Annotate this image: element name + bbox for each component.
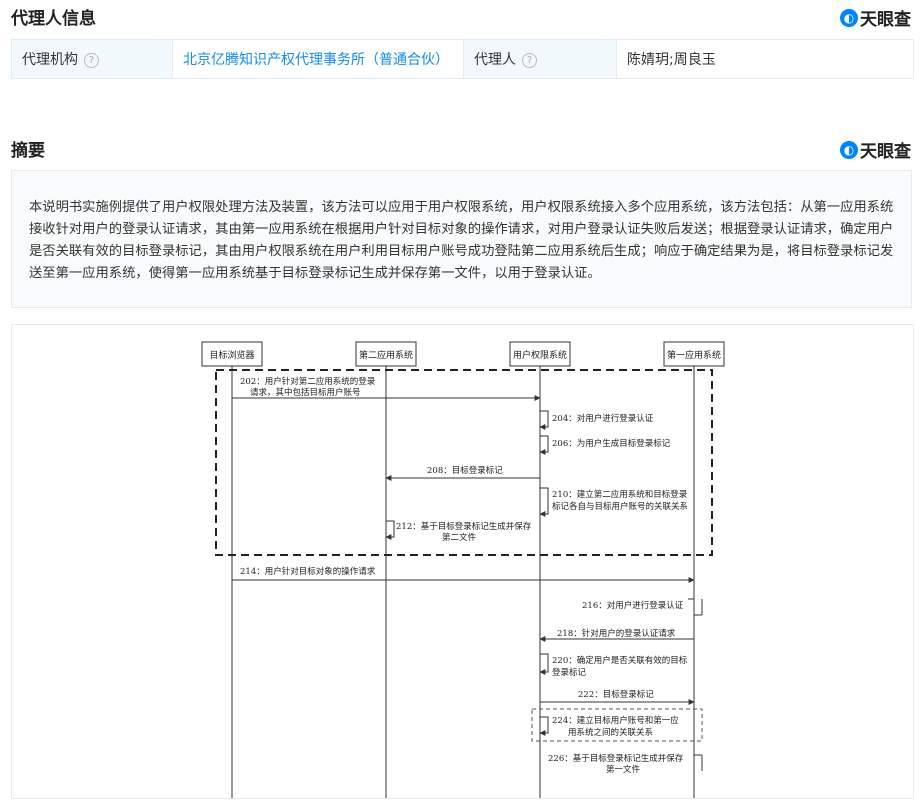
lane-header-permission: 用户权限系统	[509, 341, 571, 367]
step-226-label-2: 第一文件	[606, 764, 641, 775]
patent-figure[interactable]: 目标浏览器 第二应用系统 用户权限系统 第一应用系统 202：用户针对第二应用系…	[11, 324, 914, 799]
svg-text:第二应用系统: 第二应用系统	[359, 349, 413, 361]
arrow-216-bracket	[688, 598, 702, 616]
brand-label: 天眼查	[860, 142, 911, 162]
step-220-label-2: 登录标记	[552, 667, 587, 678]
tianyancha-logo-icon: ◐	[840, 8, 858, 27]
step-208-label: 208：目标登录标记	[427, 465, 503, 476]
svg-text:第一应用系统: 第一应用系统	[667, 349, 721, 361]
sequence-diagram: 目标浏览器 第二应用系统 用户权限系统 第一应用系统 202：用户针对第二应用系…	[201, 341, 725, 798]
arrow-220	[539, 653, 549, 675]
tianyancha-brand[interactable]: ◐ 天眼查	[840, 137, 911, 162]
arrow-204	[539, 410, 549, 430]
help-icon[interactable]: ?	[522, 52, 537, 68]
agent-value: 陈婧玥;周良玉	[627, 52, 716, 68]
agent-label-cell: 代理人?	[463, 39, 617, 79]
step-218-label: 218：针对用户的登录认证请求	[557, 628, 676, 639]
help-icon[interactable]: ?	[84, 52, 99, 68]
step-202-label-2: 请求，其中包括目标用户账号	[250, 387, 361, 398]
step-224-label-2: 用系统之间的关联关系	[568, 727, 653, 738]
step-212-label: 212：基于目标登录标记生成并保存	[396, 521, 532, 532]
lane-header-second-app: 第二应用系统	[355, 341, 417, 367]
abstract-text: 本说明书实施例提供了用户权限处理方法及装置，该方法可以应用于用户权限系统，用户权…	[11, 170, 912, 308]
step-210-label-2: 标记各自与目标用户账号的关联关系	[552, 501, 688, 512]
agent-value-cell: 陈婧玥;周良玉	[616, 39, 914, 79]
agent-section-title: 代理人信息	[11, 9, 96, 29]
step-204-label: 204：对用户进行登录认证	[552, 413, 654, 424]
step-212-label-2: 第二文件	[442, 532, 477, 543]
table-row: 代理机构? 北京亿腾知识产权代理事务所（普通合伙） 代理人? 陈婧玥;周良玉	[11, 39, 914, 79]
step-220-label: 220：确定用户是否关联有效的目标	[552, 655, 688, 666]
tianyancha-brand[interactable]: ◐ 天眼查	[840, 5, 911, 30]
arrow-206	[539, 435, 549, 455]
agent-label: 代理人	[474, 52, 516, 68]
step-224-label: 224：建立目标用户账号和第一应	[552, 715, 679, 726]
step-210-label: 210：建立第二应用系统和目标登录	[552, 489, 688, 500]
agency-label: 代理机构	[22, 52, 78, 68]
arrow-212	[385, 520, 395, 540]
lane-header-browser: 目标浏览器	[201, 341, 263, 367]
lane-header-first-app: 第一应用系统	[663, 341, 725, 367]
tianyancha-logo-icon: ◐	[840, 140, 858, 159]
step-226-label: 226：基于目标登录标记生成并保存	[548, 753, 684, 764]
step-214-label: 214：用户针对目标对象的操作请求	[240, 566, 376, 577]
step-216-label: 216：对用户进行登录认证	[582, 600, 684, 611]
agency-link[interactable]: 北京亿腾知识产权代理事务所（普通合伙）	[183, 52, 449, 68]
arrow-210	[539, 487, 549, 517]
abstract-section-title: 摘要	[11, 141, 45, 161]
brand-label: 天眼查	[860, 10, 911, 30]
agency-value-cell: 北京亿腾知识产权代理事务所（普通合伙）	[172, 39, 464, 79]
svg-text:目标浏览器: 目标浏览器	[209, 349, 254, 361]
step-222-label: 222：目标登录标记	[578, 689, 654, 700]
svg-text:用户权限系统: 用户权限系统	[513, 349, 567, 361]
arrow-224	[539, 716, 549, 736]
step-202-label: 202：用户针对第二应用系统的登录	[240, 376, 376, 387]
agent-info-table: 代理机构? 北京亿腾知识产权代理事务所（普通合伙） 代理人? 陈婧玥;周良玉	[11, 39, 914, 79]
agency-label-cell: 代理机构?	[11, 39, 173, 79]
step-206-label: 206：为用户生成目标登录标记	[552, 438, 671, 449]
